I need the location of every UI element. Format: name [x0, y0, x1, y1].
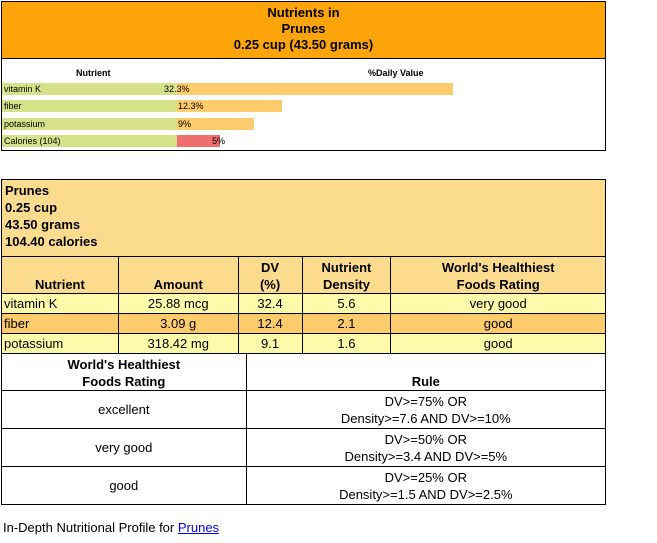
- rules-header-rating: World's Healthiest Foods Rating: [1, 353, 247, 391]
- table-row: fiber 3.09 g 12.4 2.1 good: [1, 313, 606, 334]
- chart-col-nutrient: Nutrient: [76, 68, 111, 78]
- chart-bar-row: Calories (104) 5%: [2, 135, 605, 147]
- bar-label: Calories (104): [2, 135, 177, 147]
- cell-rating: very good: [390, 293, 606, 314]
- rule-rating: excellent: [1, 390, 247, 429]
- cell-density: 5.6: [301, 293, 392, 314]
- cell-nutrient: vitamin K: [1, 293, 119, 314]
- cell-density: 1.6: [301, 333, 392, 354]
- bar-label: vitamin K: [2, 83, 177, 95]
- cell-density: 2.1: [301, 313, 392, 334]
- table-header-row: Nutrient Amount DV (%) Nutrient Density Wo…: [1, 256, 606, 294]
- header-dv: DV (%): [237, 256, 303, 294]
- header-density: Nutrient Density: [301, 256, 392, 294]
- chart-header: Nutrients in Prunes 0.25 cup (43.50 gram…: [2, 2, 605, 59]
- header-rating: World's Healthiest Foods Rating: [390, 256, 606, 294]
- nutrient-chart: Nutrients in Prunes 0.25 cup (43.50 gram…: [1, 1, 606, 151]
- cell-rating: good: [390, 333, 606, 354]
- bar-value: 12.3%: [178, 101, 204, 111]
- chart-bar-row: fiber 12.3%: [2, 100, 605, 112]
- rules-header-rule: Rule: [245, 353, 607, 391]
- chart-title-line3: 0.25 cup (43.50 grams): [233, 37, 374, 52]
- table-row: potassium 318.42 mg 9.1 1.6 good: [1, 333, 606, 354]
- cell-amount: 3.09 g: [117, 313, 239, 334]
- bar-label: fiber: [2, 100, 177, 112]
- prunes-profile-link[interactable]: Prunes: [178, 520, 219, 535]
- summary-serving: 0.25 cup: [5, 200, 58, 215]
- cell-dv: 9.1: [237, 333, 303, 354]
- summary-grams: 43.50 grams: [5, 217, 81, 232]
- header-amount: Amount: [117, 256, 239, 294]
- rule-text: DV>=75% OR Density>=7.6 AND DV>=10%: [245, 390, 607, 429]
- bar-label: potassium: [2, 118, 177, 130]
- footer: In-Depth Nutritional Profile for Prunes: [3, 520, 219, 535]
- cell-amount: 318.42 mg: [117, 333, 239, 354]
- bar-value: 9%: [178, 119, 192, 129]
- rule-text: DV>=50% OR Density>=3.4 AND DV>=5%: [245, 428, 607, 467]
- rule-rating: very good: [1, 428, 247, 467]
- chart-title-line1: Nutrients in: [267, 5, 340, 20]
- table-row: vitamin K 25.88 mcg 32.4 5.6 very good: [1, 293, 606, 314]
- chart-bar-row: potassium 9%: [2, 118, 605, 130]
- bar-fill: [177, 83, 453, 95]
- cell-dv: 32.4: [237, 293, 303, 314]
- chart-title-line2: Prunes: [281, 21, 326, 36]
- cell-amount: 25.88 mcg: [117, 293, 239, 314]
- bar-value: 5%: [212, 136, 226, 146]
- footer-text: In-Depth Nutritional Profile for: [3, 520, 178, 535]
- rules-row: very good DV>=50% OR Density>=3.4 AND DV>…: [1, 428, 607, 467]
- rules-header-row: World's Healthiest Foods Rating Rule: [1, 353, 607, 391]
- chart-col-dv: %Daily Value: [368, 68, 424, 78]
- nutrient-table: Prunes 0.25 cup 43.50 grams 104.40 calor…: [1, 179, 606, 354]
- rules-row: excellent DV>=75% OR Density>=7.6 AND DV>…: [1, 390, 607, 429]
- bar-value: 32.3%: [164, 84, 190, 94]
- summary-food: Prunes: [5, 183, 50, 198]
- cell-rating: good: [390, 313, 606, 334]
- rule-text: DV>=25% OR Density>=1.5 AND DV>=2.5%: [245, 466, 607, 505]
- cell-nutrient: fiber: [1, 313, 119, 334]
- summary-calories: 104.40 calories: [5, 234, 98, 249]
- rule-rating: good: [1, 466, 247, 505]
- food-summary: Prunes 0.25 cup 43.50 grams 104.40 calor…: [1, 179, 606, 257]
- cell-nutrient: potassium: [1, 333, 119, 354]
- chart-bar-row: vitamin K 32.3%: [2, 83, 605, 95]
- rating-rules-table: World's Healthiest Foods Rating Rule exce…: [1, 353, 607, 505]
- header-nutrient: Nutrient: [1, 256, 119, 294]
- rules-row: good DV>=25% OR Density>=1.5 AND DV>=2.5%: [1, 466, 607, 505]
- cell-dv: 12.4: [237, 313, 303, 334]
